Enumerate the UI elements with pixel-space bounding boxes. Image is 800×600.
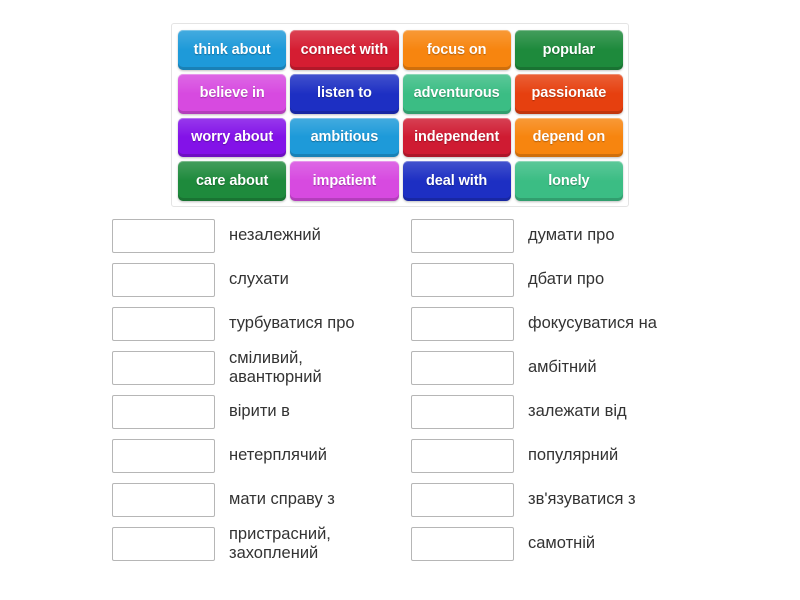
answer-row: слухати: [112, 258, 452, 302]
answer-drop-slot[interactable]: [411, 263, 514, 297]
answer-row: мати справу з: [112, 478, 452, 522]
answer-label: фокусуватися на: [528, 314, 657, 333]
word-tile[interactable]: worry about: [178, 117, 287, 158]
answer-label: незалежний: [229, 226, 321, 245]
word-tile[interactable]: adventurous: [402, 73, 511, 114]
answer-row: вірити в: [112, 390, 452, 434]
word-tile[interactable]: popular: [514, 30, 623, 70]
answer-row: пристрасний, захоплений: [112, 522, 452, 566]
answer-row: самотній: [411, 522, 751, 566]
answer-row: зв'язуватися з: [411, 478, 751, 522]
answer-row: сміливий, авантюрний: [112, 346, 452, 390]
answer-label: думати про: [528, 226, 615, 245]
answer-row: нетерплячий: [112, 434, 452, 478]
answer-label: залежати від: [528, 402, 627, 421]
answer-drop-slot[interactable]: [112, 263, 215, 297]
answer-column-left: незалежний слухати турбуватися про сміливий…: [112, 214, 452, 566]
answer-label: вірити в: [229, 402, 290, 421]
answer-row: дбати про: [411, 258, 751, 302]
word-tile[interactable]: connect with: [290, 30, 399, 70]
word-tile[interactable]: impatient: [290, 161, 399, 201]
answer-drop-slot[interactable]: [112, 351, 215, 385]
word-tile[interactable]: ambitious: [290, 117, 399, 158]
answer-label: зв'язуватися з: [528, 490, 636, 509]
answer-label: популярний: [528, 446, 619, 465]
answer-label: амбітний: [528, 358, 597, 377]
word-tile[interactable]: independent: [402, 117, 511, 158]
answer-column-right: думати про дбати про фокусуватися на амбітн…: [411, 214, 751, 566]
answer-drop-slot[interactable]: [112, 439, 215, 473]
answer-label: слухати: [229, 270, 289, 289]
answer-label: дбати про: [528, 270, 605, 289]
answer-drop-slot[interactable]: [112, 527, 215, 561]
answer-row: незалежний: [112, 214, 452, 258]
answer-label: пристрасний, захоплений: [229, 524, 331, 562]
word-tile[interactable]: depend on: [514, 117, 623, 158]
answer-row: популярний: [411, 434, 751, 478]
answer-row: амбітний: [411, 346, 751, 390]
answer-row: думати про: [411, 214, 751, 258]
answer-drop-slot[interactable]: [112, 395, 215, 429]
answer-drop-slot[interactable]: [112, 219, 215, 253]
word-bank-panel: think about connect with focus on popular be…: [171, 23, 629, 207]
answer-row: фокусуватися на: [411, 302, 751, 346]
answer-drop-slot[interactable]: [411, 527, 514, 561]
answer-label: мати справу з: [229, 490, 335, 509]
word-bank-grid: think about connect with focus on popular be…: [178, 30, 623, 201]
answer-drop-slot[interactable]: [411, 483, 514, 517]
answer-row: турбуватися про: [112, 302, 452, 346]
answer-drop-slot[interactable]: [112, 483, 215, 517]
word-tile[interactable]: think about: [178, 30, 287, 70]
answer-label: самотній: [528, 534, 596, 553]
word-tile[interactable]: focus on: [402, 30, 511, 70]
answer-label: нетерплячий: [229, 446, 327, 465]
answer-drop-slot[interactable]: [411, 307, 514, 341]
answer-row: залежати від: [411, 390, 751, 434]
answer-drop-slot[interactable]: [411, 351, 514, 385]
answer-drop-slot[interactable]: [411, 395, 514, 429]
word-tile[interactable]: lonely: [514, 161, 623, 201]
word-tile[interactable]: care about: [178, 161, 287, 201]
word-tile[interactable]: passionate: [514, 73, 623, 114]
answer-label: турбуватися про: [229, 314, 355, 333]
answer-drop-slot[interactable]: [411, 219, 514, 253]
answer-drop-slot[interactable]: [112, 307, 215, 341]
matching-exercise-page: think about connect with focus on popular be…: [0, 0, 800, 600]
word-tile[interactable]: deal with: [402, 161, 511, 201]
word-tile[interactable]: listen to: [290, 73, 399, 114]
answer-drop-slot[interactable]: [411, 439, 514, 473]
answer-label: сміливий, авантюрний: [229, 348, 322, 386]
word-tile[interactable]: believe in: [178, 73, 287, 114]
